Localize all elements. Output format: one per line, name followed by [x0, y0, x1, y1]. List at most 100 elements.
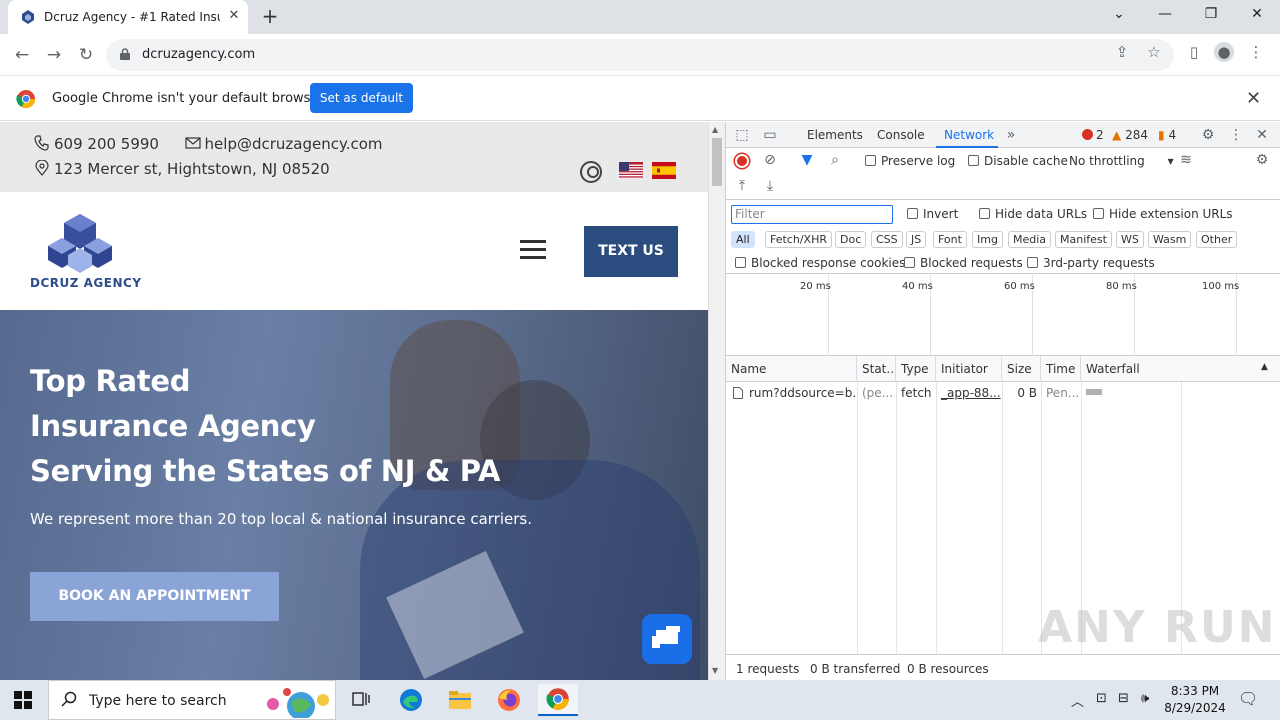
- notifications-icon[interactable]: 🗨: [1238, 689, 1258, 708]
- error-count-badge[interactable]: 2: [1082, 128, 1104, 142]
- warning-count-badge[interactable]: ▲ 284: [1112, 128, 1148, 142]
- page-scrollbar[interactable]: ▲ ▼: [708, 122, 725, 680]
- dcruz-logo[interactable]: DCRUZ AGENCY: [30, 212, 141, 292]
- type-filter-manifest[interactable]: Manifest: [1055, 231, 1112, 248]
- spain-flag-icon[interactable]: [652, 162, 676, 179]
- task-view-icon[interactable]: [342, 684, 382, 716]
- chat-widget-icon[interactable]: [642, 614, 692, 664]
- request-initiator-link[interactable]: _app-88...: [936, 382, 1002, 404]
- scrollbar-thumb[interactable]: [712, 138, 722, 186]
- column-waterfall[interactable]: Waterfall: [1081, 356, 1280, 382]
- set-as-default-button[interactable]: Set as default: [310, 83, 413, 113]
- type-filter-img[interactable]: Img: [972, 231, 1003, 248]
- windows-start-icon[interactable]: [14, 691, 32, 709]
- chrome-taskbar-icon[interactable]: [538, 684, 578, 716]
- issues-count-badge[interactable]: ▮ 4: [1158, 128, 1176, 142]
- filter-input[interactable]: Filter: [731, 205, 893, 224]
- search-icon[interactable]: ⌕: [827, 152, 843, 168]
- blocked-requests-checkbox[interactable]: Blocked requests: [904, 256, 1023, 270]
- user-account-icon[interactable]: [580, 161, 602, 183]
- hamburger-menu-icon[interactable]: [520, 240, 546, 264]
- type-filter-ws[interactable]: WS: [1116, 231, 1144, 248]
- invert-checkbox[interactable]: Invert: [907, 207, 958, 221]
- file-explorer-icon[interactable]: [440, 684, 480, 716]
- inspect-element-icon[interactable]: ⬚: [734, 127, 750, 143]
- minimize-button[interactable]: —: [1142, 0, 1188, 28]
- filter-funnel-icon[interactable]: ▼: [799, 152, 815, 168]
- browser-tab[interactable]: Dcruz Agency - #1 Rated Insurance ✕: [8, 0, 248, 34]
- type-filter-css[interactable]: CSS: [871, 231, 903, 248]
- devtools-close-icon[interactable]: ✕: [1254, 127, 1270, 143]
- new-tab-button[interactable]: +: [258, 6, 282, 28]
- column-time[interactable]: Time: [1041, 356, 1081, 382]
- tab-close-icon[interactable]: ✕: [226, 8, 242, 24]
- import-har-icon[interactable]: ⤒: [734, 178, 750, 194]
- email-address[interactable]: help@dcruzagency.com: [205, 135, 383, 153]
- back-arrow-icon[interactable]: ←: [10, 43, 34, 67]
- network-conditions-icon[interactable]: ≋: [1178, 152, 1194, 168]
- column-size[interactable]: Size: [1002, 356, 1041, 382]
- type-filter-wasm[interactable]: Wasm: [1148, 231, 1192, 248]
- side-panel-icon[interactable]: ▯: [1184, 42, 1204, 62]
- type-filter-all[interactable]: All: [731, 231, 755, 248]
- tab-network[interactable]: Network: [944, 128, 994, 142]
- profile-avatar-icon[interactable]: ●: [1214, 42, 1234, 62]
- disable-cache-checkbox[interactable]: Disable cache: [968, 154, 1068, 168]
- export-har-icon[interactable]: ⤓: [762, 178, 778, 194]
- firefox-icon[interactable]: [489, 684, 529, 716]
- column-status[interactable]: Stat...: [857, 356, 896, 382]
- checkbox-box: [1027, 257, 1038, 268]
- edge-browser-icon[interactable]: [391, 684, 431, 716]
- preserve-log-checkbox[interactable]: Preserve log: [865, 154, 955, 168]
- devtools-menu-icon[interactable]: ⋮: [1228, 127, 1244, 143]
- system-clock[interactable]: 8:33 PM 8/29/2024: [1160, 683, 1230, 717]
- column-type[interactable]: Type: [896, 356, 936, 382]
- type-filter-fetch-xhr[interactable]: Fetch/XHR: [765, 231, 832, 248]
- scroll-down-icon[interactable]: ▼: [712, 666, 718, 675]
- tab-console[interactable]: Console: [877, 128, 925, 142]
- issues-count: 4: [1168, 128, 1177, 142]
- tray-chevron-icon[interactable]: ︿: [1071, 691, 1084, 710]
- clear-log-icon[interactable]: ⊘: [762, 152, 778, 168]
- device-toolbar-icon[interactable]: ▭: [762, 127, 778, 143]
- tray-app-icon[interactable]: ⊡: [1096, 691, 1107, 706]
- book-appointment-button[interactable]: BOOK AN APPOINTMENT: [30, 572, 279, 621]
- share-icon[interactable]: ⇪: [1112, 42, 1132, 62]
- us-flag-icon[interactable]: [619, 162, 643, 179]
- tab-search-icon[interactable]: ⌄: [1096, 0, 1142, 28]
- column-initiator[interactable]: Initiator: [936, 356, 1002, 382]
- text-us-button[interactable]: TEXT US: [584, 226, 678, 277]
- type-filter-doc[interactable]: Doc: [835, 231, 867, 248]
- settings-gear-icon[interactable]: ⚙: [1200, 127, 1216, 143]
- taskbar-search-box[interactable]: Type here to search: [48, 680, 336, 720]
- forward-arrow-icon[interactable]: →: [42, 43, 66, 67]
- scroll-up-icon[interactable]: ▲: [712, 125, 718, 134]
- bookmark-star-icon[interactable]: ☆: [1144, 42, 1164, 62]
- address-bar[interactable]: dcruzagency.com: [106, 39, 1174, 71]
- type-filter-other[interactable]: Other: [1196, 231, 1238, 248]
- sort-ascending-icon[interactable]: ▲: [1261, 362, 1268, 372]
- tab-elements[interactable]: Elements: [807, 128, 863, 142]
- close-window-button[interactable]: ✕: [1234, 0, 1280, 28]
- reload-icon[interactable]: ↻: [74, 43, 98, 67]
- hide-extension-urls-checkbox[interactable]: Hide extension URLs: [1093, 207, 1233, 221]
- network-request-row[interactable]: rum?ddsource=b... (pe... fetch _app-88..…: [726, 382, 1280, 404]
- menu-kebab-icon[interactable]: ⋮: [1246, 42, 1266, 62]
- phone-number[interactable]: 609 200 5990: [54, 135, 159, 153]
- restore-button[interactable]: ❐: [1188, 0, 1234, 28]
- network-status-icon[interactable]: ⊟: [1118, 691, 1129, 706]
- third-party-checkbox[interactable]: 3rd-party requests: [1027, 256, 1155, 270]
- hide-data-urls-checkbox[interactable]: Hide data URLs: [979, 207, 1087, 221]
- network-timeline-overview[interactable]: 20 ms 40 ms 60 ms 80 ms 100 ms: [726, 275, 1280, 356]
- throttling-select[interactable]: No throttling ▾: [1069, 154, 1174, 168]
- record-stop-icon[interactable]: [735, 154, 749, 168]
- type-filter-media[interactable]: Media: [1008, 231, 1052, 248]
- column-name[interactable]: Name: [726, 356, 857, 382]
- volume-icon[interactable]: 🕪: [1141, 691, 1149, 706]
- type-filter-font[interactable]: Font: [933, 231, 967, 248]
- type-filter-js[interactable]: JS: [906, 231, 927, 248]
- blocked-cookies-checkbox[interactable]: Blocked response cookies: [735, 256, 905, 270]
- network-settings-gear-icon[interactable]: ⚙: [1254, 152, 1270, 168]
- infobar-close-icon[interactable]: ✕: [1246, 88, 1261, 109]
- more-tabs-chevron-icon[interactable]: »: [1003, 127, 1019, 143]
